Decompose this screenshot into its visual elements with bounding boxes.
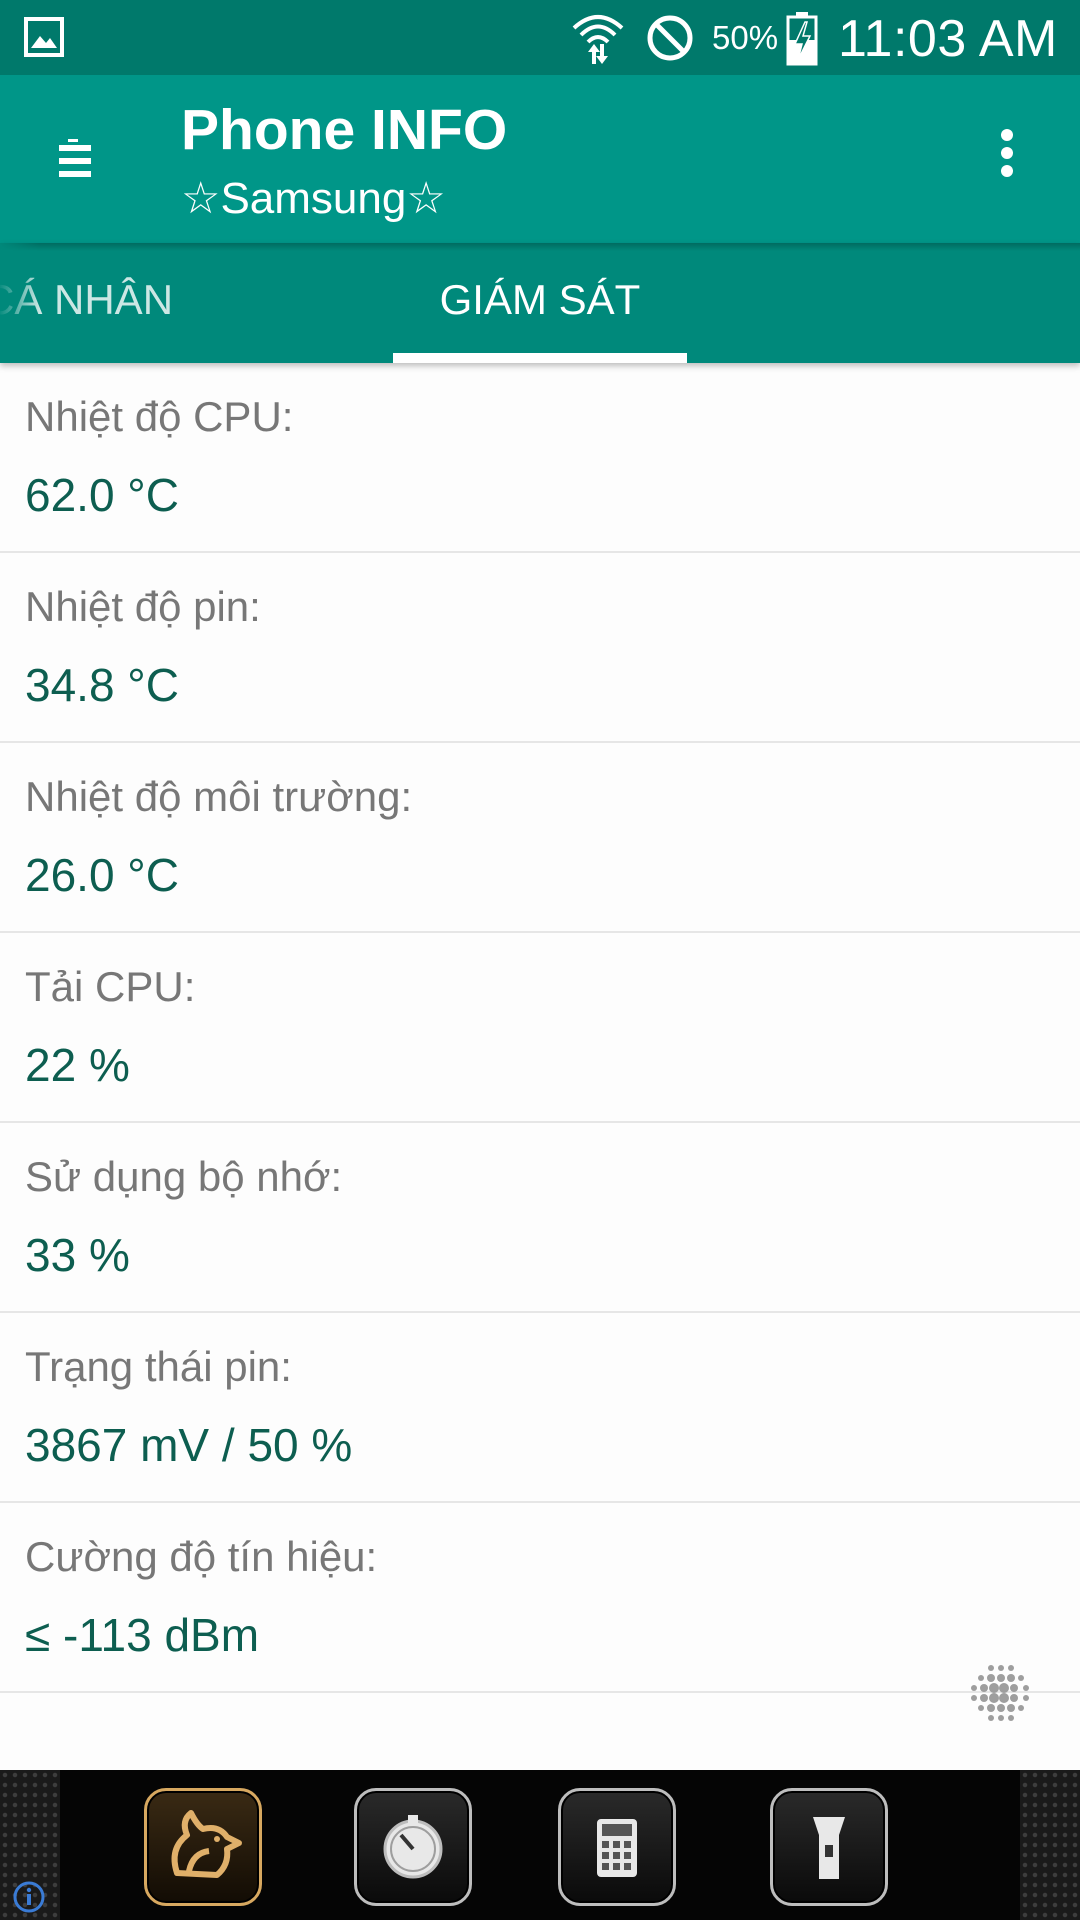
- list-item-cpu-temperature[interactable]: Nhiệt độ CPU: 62.0 °C: [0, 363, 1080, 553]
- overflow-menu-icon[interactable]: [982, 123, 1032, 187]
- metric-label: Nhiệt độ pin:: [25, 583, 261, 630]
- metric-value: 22 %: [25, 1039, 130, 1091]
- tab-indicator: [393, 353, 687, 363]
- app-bar: Phone INFO ☆Samsung☆: [0, 75, 1080, 243]
- list-item-battery-status[interactable]: Trạng thái pin: 3867 mV / 50 %: [0, 1313, 1080, 1503]
- list-item-ambient-temperature[interactable]: Nhiệt độ môi trường: 26.0 °C: [0, 743, 1080, 933]
- flashlight-icon[interactable]: [770, 1788, 888, 1906]
- tab-monitor[interactable]: GIÁM SÁT: [393, 273, 687, 327]
- app-title: Phone INFO: [181, 98, 508, 162]
- metric-value: ≤ -113 dBm: [25, 1609, 260, 1661]
- battery-percent: 50%: [712, 19, 779, 56]
- app-subtitle: ☆Samsung☆: [181, 174, 446, 223]
- list-item-cpu-load[interactable]: Tải CPU: 22 %: [0, 933, 1080, 1123]
- metrics-list: Nhiệt độ CPU: 62.0 °C Nhiệt độ pin: 34.8…: [0, 363, 1080, 1693]
- metric-label: Cường độ tín hiệu:: [25, 1533, 378, 1580]
- metric-value: 33 %: [25, 1229, 130, 1281]
- gallery-icon: [24, 17, 64, 57]
- battery-charging-icon: [786, 12, 818, 66]
- metric-value: 34.8 °C: [25, 659, 179, 711]
- list-item-memory-usage[interactable]: Sử dụng bộ nhớ: 33 %: [0, 1123, 1080, 1313]
- metric-value: 26.0 °C: [25, 849, 179, 901]
- metric-label: Nhiệt độ môi trường:: [25, 773, 413, 820]
- status-bar: 50% 11:03 AM: [0, 0, 1080, 75]
- floating-dots-icon[interactable]: [966, 1660, 1036, 1730]
- metric-value: 3867 mV / 50 %: [25, 1419, 353, 1471]
- metric-label: Trạng thái pin:: [25, 1343, 292, 1390]
- info-icon[interactable]: [12, 1880, 46, 1914]
- uc-browser-icon[interactable]: [144, 1788, 262, 1906]
- wifi-icon: [572, 15, 624, 64]
- tab-bar: CÁ NHÂN GIÁM SÁT: [0, 243, 1080, 363]
- status-time: 11:03 AM: [838, 10, 1058, 68]
- calculator-icon[interactable]: [558, 1788, 676, 1906]
- dock-tray: [60, 1770, 1020, 1920]
- do-not-disturb-icon: [647, 15, 693, 61]
- metric-label: Tải CPU:: [25, 963, 196, 1010]
- metric-label: Nhiệt độ CPU:: [25, 393, 294, 440]
- stopwatch-icon[interactable]: [354, 1788, 472, 1906]
- metric-value: 62.0 °C: [25, 469, 179, 521]
- list-item-signal-strength[interactable]: Cường độ tín hiệu: ≤ -113 dBm: [0, 1503, 1080, 1693]
- tab-edge-fade: [0, 243, 40, 363]
- metric-label: Sử dụng bộ nhớ:: [25, 1153, 343, 1200]
- list-item-battery-temperature[interactable]: Nhiệt độ pin: 34.8 °C: [0, 553, 1080, 743]
- menu-icon[interactable]: [44, 119, 110, 199]
- bottom-dock: [0, 1770, 1080, 1920]
